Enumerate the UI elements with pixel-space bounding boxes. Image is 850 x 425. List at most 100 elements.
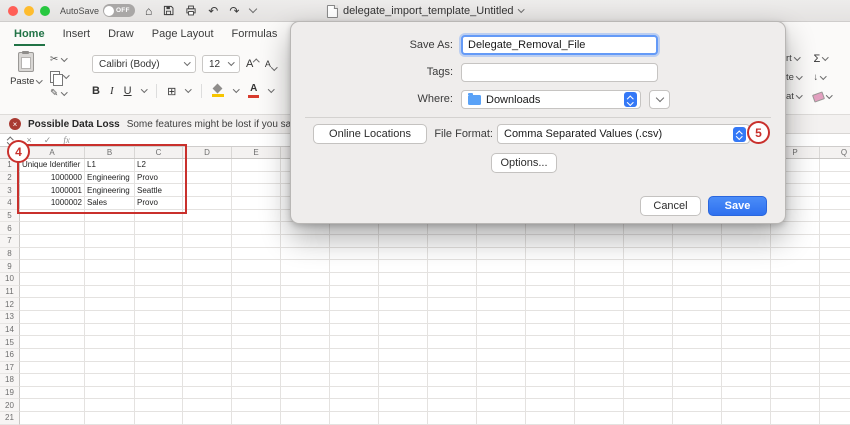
cell-P20[interactable] [771,399,820,412]
cell-J11[interactable] [477,286,526,299]
cell-C8[interactable] [135,248,183,261]
cell-O21[interactable] [722,412,771,425]
cell-N13[interactable] [673,311,722,324]
cell-E9[interactable] [232,260,281,273]
autosum-button[interactable]: Σ [813,53,832,64]
cell-J17[interactable] [477,362,526,375]
row-header-14[interactable]: 14 [0,324,20,337]
cell-Q6[interactable] [820,222,850,235]
cell-C17[interactable] [135,362,183,375]
cell-C21[interactable] [135,412,183,425]
online-locations-button[interactable]: Online Locations [313,124,427,144]
options-button[interactable]: Options... [491,153,557,173]
cell-M8[interactable] [624,248,673,261]
cell-P7[interactable] [771,235,820,248]
cell-P9[interactable] [771,260,820,273]
row-header-11[interactable]: 11 [0,286,20,299]
cell-B13[interactable] [85,311,135,324]
cell-A12[interactable] [20,298,85,311]
ribbon-truncated-button-1[interactable]: te [786,72,801,83]
cell-D7[interactable] [183,235,232,248]
cell-E2[interactable] [232,172,281,185]
cell-A8[interactable] [20,248,85,261]
cell-O7[interactable] [722,235,771,248]
cell-B16[interactable] [85,349,135,362]
autosave-switch[interactable]: OFF [103,4,135,17]
cell-G14[interactable] [330,324,379,337]
row-header-12[interactable]: 12 [0,298,20,311]
cell-G15[interactable] [330,336,379,349]
cell-I19[interactable] [428,387,477,400]
cell-G7[interactable] [330,235,379,248]
cell-F10[interactable] [281,273,330,286]
cell-N8[interactable] [673,248,722,261]
cell-F20[interactable] [281,399,330,412]
cell-C18[interactable] [135,374,183,387]
cell-H13[interactable] [379,311,428,324]
cell-L12[interactable] [575,298,624,311]
cell-L13[interactable] [575,311,624,324]
cell-G9[interactable] [330,260,379,273]
row-header-8[interactable]: 8 [0,248,20,261]
cell-I14[interactable] [428,324,477,337]
cell-D12[interactable] [183,298,232,311]
cell-J7[interactable] [477,235,526,248]
cell-D1[interactable] [183,159,232,172]
cell-E20[interactable] [232,399,281,412]
clear-button[interactable] [813,91,832,102]
cell-G6[interactable] [330,222,379,235]
cell-J10[interactable] [477,273,526,286]
cell-M17[interactable] [624,362,673,375]
cell-B8[interactable] [85,248,135,261]
cell-N11[interactable] [673,286,722,299]
cell-I16[interactable] [428,349,477,362]
cell-L15[interactable] [575,336,624,349]
cell-D20[interactable] [183,399,232,412]
cell-L10[interactable] [575,273,624,286]
cell-M14[interactable] [624,324,673,337]
cell-I11[interactable] [428,286,477,299]
font-size-select[interactable]: 12 [202,55,240,73]
cell-L20[interactable] [575,399,624,412]
cell-P19[interactable] [771,387,820,400]
cell-Q3[interactable] [820,184,850,197]
cell-K8[interactable] [526,248,575,261]
cell-D6[interactable] [183,222,232,235]
cell-I12[interactable] [428,298,477,311]
cell-H17[interactable] [379,362,428,375]
row-header-13[interactable]: 13 [0,311,20,324]
cell-E10[interactable] [232,273,281,286]
cell-J8[interactable] [477,248,526,261]
fill-color-button[interactable] [212,85,224,97]
cell-H16[interactable] [379,349,428,362]
cell-E19[interactable] [232,387,281,400]
cell-L21[interactable] [575,412,624,425]
cell-K11[interactable] [526,286,575,299]
underline-button[interactable]: U [124,85,132,97]
cell-I17[interactable] [428,362,477,375]
cell-E1[interactable] [232,159,281,172]
row-header-10[interactable]: 10 [0,273,20,286]
cell-C19[interactable] [135,387,183,400]
where-dropdown[interactable]: Downloads [461,90,641,109]
cell-B9[interactable] [85,260,135,273]
cell-K20[interactable] [526,399,575,412]
cell-D3[interactable] [183,184,232,197]
cell-B21[interactable] [85,412,135,425]
cell-B10[interactable] [85,273,135,286]
cell-O20[interactable] [722,399,771,412]
cell-H18[interactable] [379,374,428,387]
cell-B12[interactable] [85,298,135,311]
cell-E13[interactable] [232,311,281,324]
cell-E17[interactable] [232,362,281,375]
cell-N20[interactable] [673,399,722,412]
cell-N10[interactable] [673,273,722,286]
cell-D11[interactable] [183,286,232,299]
cell-F13[interactable] [281,311,330,324]
row-header-21[interactable]: 21 [0,412,20,425]
cell-M13[interactable] [624,311,673,324]
cell-K7[interactable] [526,235,575,248]
column-header-E[interactable]: E [232,147,281,158]
cell-D19[interactable] [183,387,232,400]
cell-O19[interactable] [722,387,771,400]
